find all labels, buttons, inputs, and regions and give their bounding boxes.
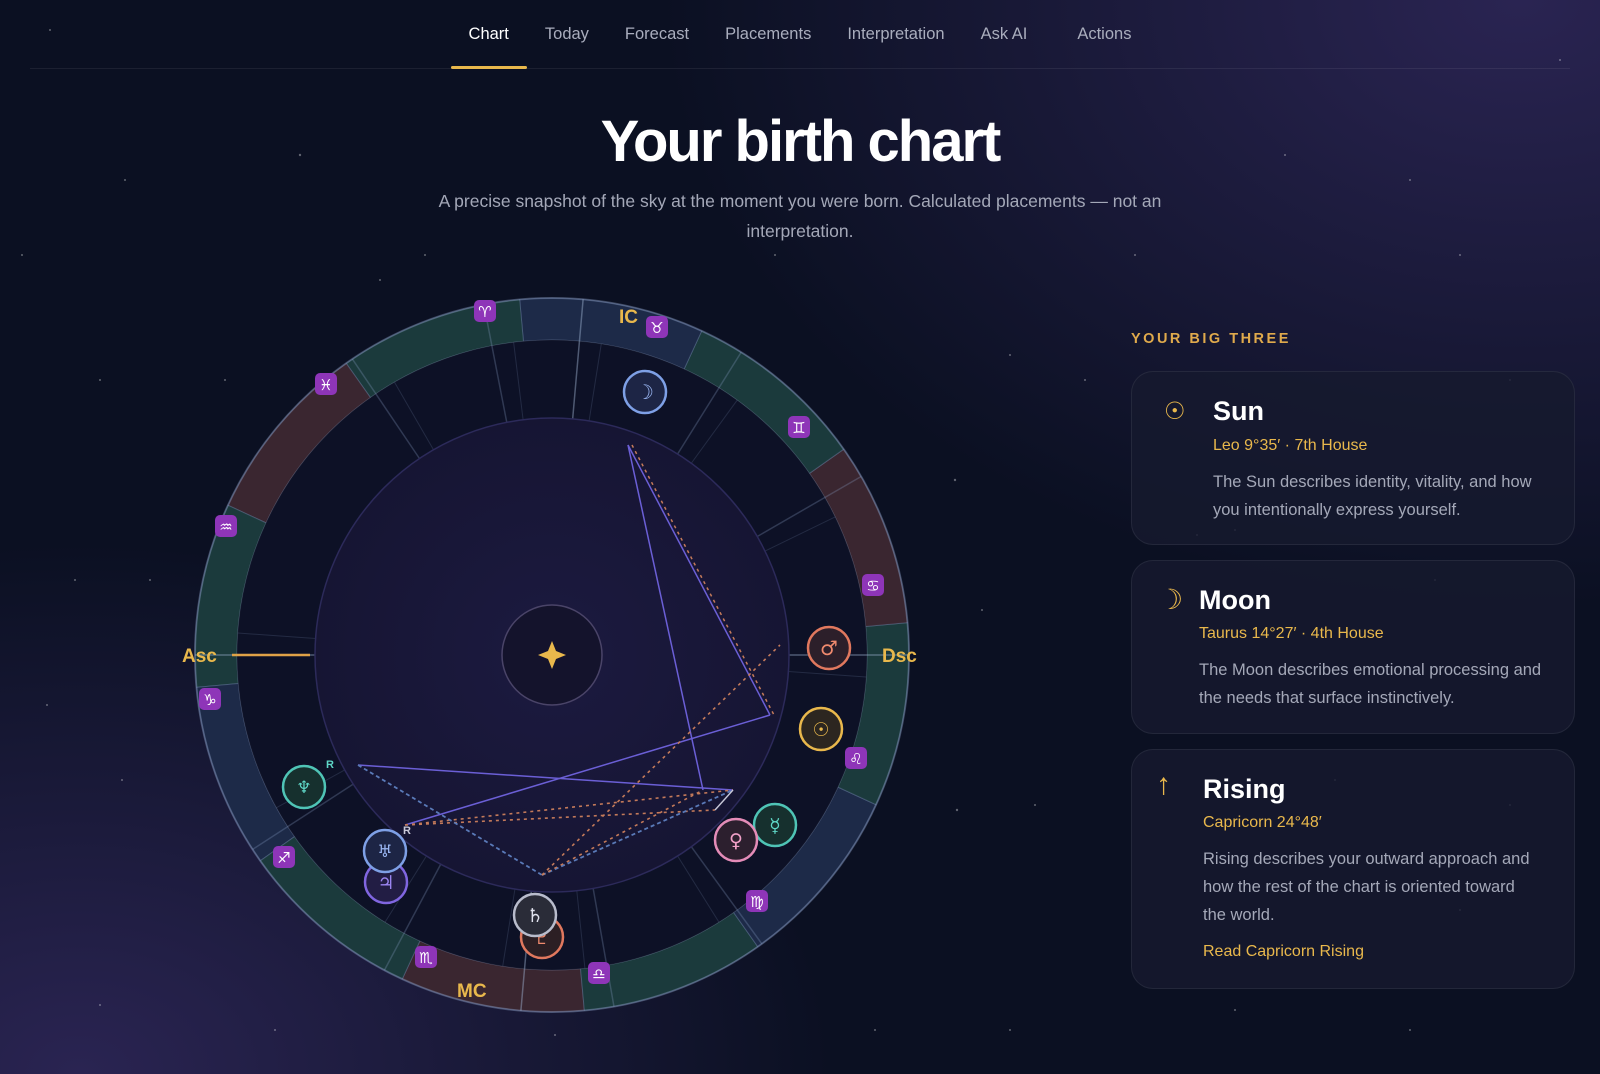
card-placement: Leo 9°35′ · 7th House — [1213, 437, 1368, 454]
svg-text:♌: ♌ — [849, 750, 862, 768]
angle-label-dsc: Dsc — [882, 646, 917, 667]
planet-sun[interactable]: ☉ — [798, 706, 844, 752]
mercury-icon: ☿ — [769, 815, 781, 837]
sagittarius-icon: ♐ — [273, 846, 295, 868]
page-subtitle: A precise snapshot of the sky at the mom… — [438, 191, 1162, 241]
svg-text:♋: ♋ — [866, 577, 879, 595]
aries-icon: ♈ — [474, 300, 496, 322]
taurus-icon: ♉ — [646, 316, 668, 338]
rising-card[interactable]: ↑ Rising Capricorn 24°48′ Rising describ… — [1131, 749, 1575, 989]
tab-ask-ai[interactable]: Ask AI — [963, 0, 1046, 68]
cancer-icon: ♋ — [862, 574, 884, 596]
tab-actions[interactable]: Actions — [1059, 0, 1149, 68]
sun-icon: ☉ — [812, 719, 829, 741]
retrograde-mark: R — [326, 759, 334, 771]
big-three-heading: YOUR BIG THREE — [1131, 331, 1291, 347]
mars-icon: ♂ — [820, 636, 838, 660]
svg-text:♊: ♊ — [792, 419, 805, 437]
leo-icon: ♌ — [845, 747, 867, 769]
tab-chart[interactable]: Chart — [450, 0, 528, 69]
top-nav: Chart Today Forecast Placements Interpre… — [30, 0, 1570, 69]
capricorn-icon: ♑ — [199, 688, 221, 710]
pisces-icon: ♓ — [315, 373, 337, 395]
angle-label-ic: IC — [619, 307, 638, 328]
libra-icon: ♎ — [588, 962, 610, 984]
page-title: Your birth chart — [600, 109, 1002, 174]
scorpio-icon: ♏ — [415, 946, 437, 968]
planet-mars[interactable]: ♂ — [806, 625, 852, 671]
read-rising-link[interactable]: Read Capricorn Rising — [1203, 943, 1364, 961]
uranus-icon: ♅ — [377, 842, 392, 862]
planet-venus[interactable]: ♀ — [713, 817, 759, 863]
sun-card[interactable]: ☉ Sun Leo 9°35′ · 7th House The Sun desc… — [1131, 371, 1575, 545]
neptune-icon: ♆ — [296, 778, 311, 798]
moon-icon: ☽ — [1158, 584, 1184, 615]
card-description: Rising describes your outward approach a… — [1203, 850, 1530, 924]
svg-text:♒: ♒ — [219, 518, 232, 536]
gemini-icon: ♊ — [788, 416, 810, 438]
planet-mercury[interactable]: ☿ — [752, 802, 798, 848]
svg-text:♎: ♎ — [592, 965, 605, 983]
arrow-up-icon: ↑ — [1156, 768, 1171, 801]
angle-label-mc: MC — [457, 981, 487, 1002]
virgo-icon: ♍ — [746, 890, 768, 912]
tab-today[interactable]: Today — [527, 0, 607, 68]
card-title: Sun — [1213, 396, 1264, 426]
planet-saturn[interactable]: ♄ — [512, 892, 558, 938]
jupiter-icon: ♃ — [377, 872, 394, 894]
sun-icon: ☉ — [1164, 398, 1186, 425]
svg-text:♏: ♏ — [419, 949, 433, 967]
retrograde-mark: R — [403, 825, 411, 837]
card-description: The Sun describes identity, vitality, an… — [1213, 473, 1532, 519]
card-title: Moon — [1199, 585, 1271, 615]
saturn-icon: ♄ — [526, 905, 543, 927]
moon-icon: ☽ — [636, 380, 654, 404]
svg-text:♑: ♑ — [203, 691, 216, 709]
moon-card[interactable]: ☽ Moon Taurus 14°27′ · 4th House The Moo… — [1131, 560, 1575, 734]
aquarius-icon: ♒ — [215, 515, 237, 537]
tab-placements[interactable]: Placements — [707, 0, 829, 68]
tab-forecast[interactable]: Forecast — [607, 0, 707, 68]
svg-text:♈: ♈ — [478, 303, 491, 321]
planet-moon[interactable]: ☽ — [622, 369, 668, 415]
svg-text:♓: ♓ — [319, 376, 332, 394]
tab-interpretation[interactable]: Interpretation — [829, 0, 962, 68]
svg-text:♐: ♐ — [277, 849, 290, 867]
card-placement: Capricorn 24°48′ — [1203, 814, 1322, 831]
natal-chart-wheel: Asc Dsc MC IC ♈♉♊♋♌♍♎♏♐♑♒♓ ☽ ♂ ☉ ☿ ♀ ♇ ♄… — [182, 297, 917, 1013]
card-title: Rising — [1203, 774, 1286, 804]
svg-text:♍: ♍ — [750, 893, 763, 911]
card-description: The Moon describes emotional processing … — [1199, 661, 1542, 707]
angle-label-asc: Asc — [182, 646, 217, 667]
card-placement: Taurus 14°27′ · 4th House — [1199, 625, 1384, 642]
svg-text:♉: ♉ — [650, 319, 663, 337]
venus-icon: ♀ — [729, 830, 743, 852]
